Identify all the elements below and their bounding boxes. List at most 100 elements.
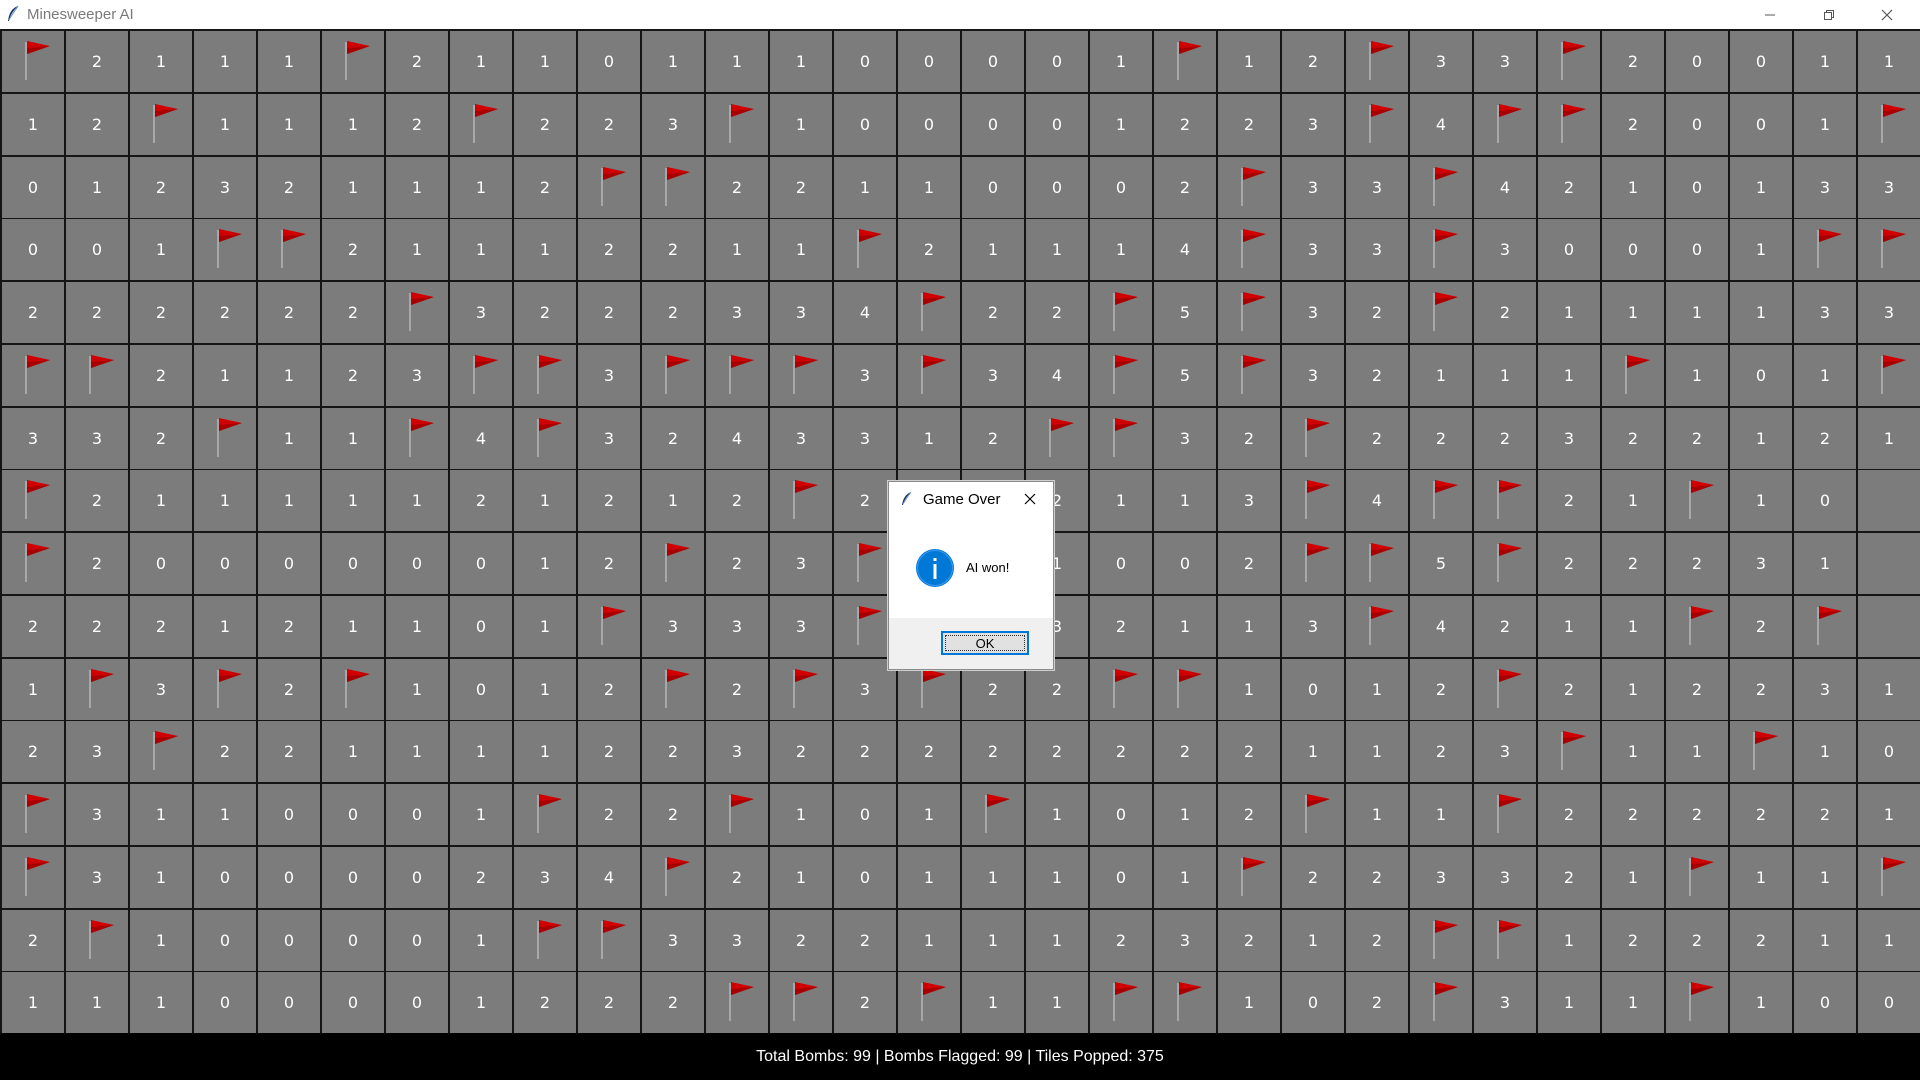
board-cell[interactable]: 1	[2, 94, 64, 155]
board-cell[interactable]: 1	[1154, 596, 1216, 657]
board-cell[interactable]: 2	[1666, 659, 1728, 720]
board-cell[interactable]: 3	[706, 910, 768, 971]
board-cell[interactable]: 2	[2, 910, 64, 971]
board-cell[interactable]: 4	[1410, 94, 1472, 155]
board-cell[interactable]: 1	[962, 847, 1024, 908]
board-cell[interactable]: 1	[1602, 157, 1664, 218]
board-cell[interactable]: 1	[1218, 972, 1280, 1033]
board-cell[interactable]: 2	[450, 847, 512, 908]
board-cell[interactable]: 1	[1218, 596, 1280, 657]
board-cell[interactable]	[642, 157, 704, 218]
board-cell[interactable]: 2	[1154, 94, 1216, 155]
board-cell[interactable]: 2	[1410, 721, 1472, 782]
board-cell[interactable]: 3	[1858, 282, 1920, 343]
board-cell[interactable]	[66, 345, 128, 406]
board-cell[interactable]	[1474, 470, 1536, 531]
board-cell[interactable]: 2	[1602, 784, 1664, 845]
board-cell[interactable]	[514, 910, 576, 971]
board-cell[interactable]: 1	[386, 721, 448, 782]
board-cell[interactable]: 2	[834, 910, 896, 971]
board-cell[interactable]	[1666, 470, 1728, 531]
board-cell[interactable]: 1	[1794, 910, 1856, 971]
board-cell[interactable]: 0	[1730, 94, 1792, 155]
board-cell[interactable]	[1090, 345, 1152, 406]
board-cell[interactable]: 0	[386, 784, 448, 845]
board-cell[interactable]: 0	[1090, 784, 1152, 845]
board-cell[interactable]: 1	[130, 972, 192, 1033]
board-cell[interactable]: 0	[834, 94, 896, 155]
board-cell[interactable]: 2	[1346, 847, 1408, 908]
board-cell[interactable]	[194, 219, 256, 280]
board-cell[interactable]: 0	[1538, 219, 1600, 280]
board-cell[interactable]: 2	[706, 659, 768, 720]
board-cell[interactable]	[1218, 847, 1280, 908]
board-cell[interactable]: 3	[1282, 94, 1344, 155]
board-cell[interactable]: 1	[1474, 345, 1536, 406]
board-cell[interactable]: 4	[1026, 345, 1088, 406]
board-cell[interactable]: 2	[642, 784, 704, 845]
board-cell[interactable]	[194, 408, 256, 469]
board-cell[interactable]: 3	[578, 345, 640, 406]
board-cell[interactable]: 0	[1794, 972, 1856, 1033]
board-cell[interactable]: 2	[642, 972, 704, 1033]
board-cell[interactable]: 2	[642, 408, 704, 469]
board-cell[interactable]: 3	[642, 910, 704, 971]
board-cell[interactable]: 2	[578, 721, 640, 782]
board-cell[interactable]: 1	[514, 721, 576, 782]
board-cell[interactable]: 3	[1794, 659, 1856, 720]
board-cell[interactable]: 1	[1858, 910, 1920, 971]
board-cell[interactable]: 1	[1154, 470, 1216, 531]
board-cell[interactable]: 2	[1282, 31, 1344, 92]
board-cell[interactable]: 2	[258, 659, 320, 720]
board-cell[interactable]	[1858, 596, 1920, 657]
board-cell[interactable]: 2	[578, 94, 640, 155]
board-cell[interactable]: 1	[1794, 345, 1856, 406]
board-cell[interactable]	[1858, 470, 1920, 531]
board-cell[interactable]: 2	[898, 721, 960, 782]
board-cell[interactable]: 2	[642, 721, 704, 782]
board-cell[interactable]: 0	[450, 659, 512, 720]
board-cell[interactable]: 2	[1346, 282, 1408, 343]
board-cell[interactable]: 1	[1538, 596, 1600, 657]
board-cell[interactable]: 0	[1282, 659, 1344, 720]
board-cell[interactable]: 1	[962, 219, 1024, 280]
restore-button[interactable]	[1806, 0, 1852, 29]
board-cell[interactable]	[2, 784, 64, 845]
board-cell[interactable]: 2	[2, 282, 64, 343]
board-cell[interactable]: 4	[1154, 219, 1216, 280]
board-cell[interactable]: 4	[1410, 596, 1472, 657]
board-cell[interactable]: 3	[1474, 847, 1536, 908]
board-cell[interactable]: 3	[642, 94, 704, 155]
board-cell[interactable]: 3	[1474, 721, 1536, 782]
board-cell[interactable]: 1	[1794, 94, 1856, 155]
board-cell[interactable]: 0	[1282, 972, 1344, 1033]
board-cell[interactable]: 0	[1858, 721, 1920, 782]
board-cell[interactable]: 1	[514, 659, 576, 720]
board-cell[interactable]: 3	[834, 345, 896, 406]
board-cell[interactable]	[1474, 910, 1536, 971]
board-cell[interactable]: 4	[578, 847, 640, 908]
board-cell[interactable]: 3	[578, 408, 640, 469]
board-cell[interactable]: 0	[1602, 219, 1664, 280]
board-cell[interactable]	[1154, 659, 1216, 720]
board-cell[interactable]: 1	[706, 219, 768, 280]
board-cell[interactable]: 1	[770, 94, 832, 155]
board-cell[interactable]: 1	[1282, 721, 1344, 782]
board-cell[interactable]: 2	[706, 533, 768, 594]
board-cell[interactable]: 1	[706, 31, 768, 92]
board-cell[interactable]	[1474, 94, 1536, 155]
board-cell[interactable]: 1	[194, 31, 256, 92]
board-cell[interactable]	[898, 345, 960, 406]
board-cell[interactable]: 2	[514, 282, 576, 343]
board-cell[interactable]	[1154, 31, 1216, 92]
board-cell[interactable]: 1	[194, 94, 256, 155]
board-cell[interactable]: 3	[706, 596, 768, 657]
board-cell[interactable]: 2	[322, 282, 384, 343]
board-cell[interactable]: 2	[1410, 659, 1472, 720]
board-cell[interactable]: 3	[1346, 157, 1408, 218]
board-cell[interactable]: 1	[386, 659, 448, 720]
board-cell[interactable]: 2	[578, 282, 640, 343]
board-cell[interactable]: 2	[834, 721, 896, 782]
board-cell[interactable]: 1	[386, 470, 448, 531]
board-cell[interactable]: 3	[66, 721, 128, 782]
